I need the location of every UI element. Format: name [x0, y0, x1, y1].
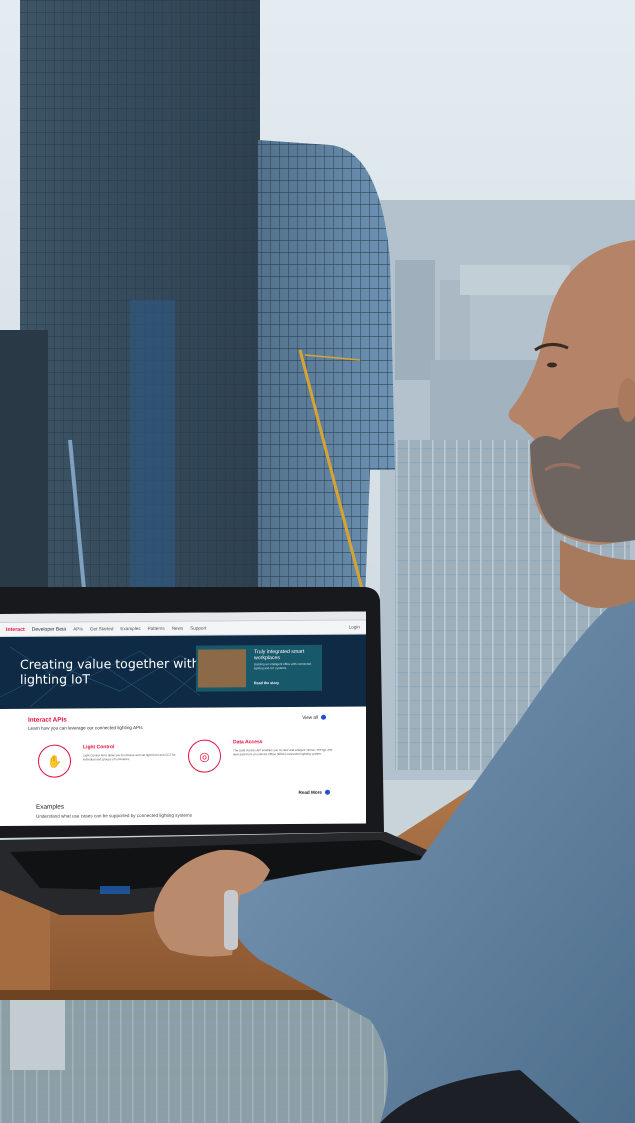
- api-cards: ✋ Light Control Light Control APIs allow…: [28, 735, 338, 783]
- nav-apis[interactable]: APIs: [73, 626, 83, 631]
- apis-section: Interact APIs Learn how you can leverage…: [0, 706, 366, 783]
- brand-suffix: Developer Beta: [31, 626, 67, 633]
- light-control-icon: ✋: [38, 744, 71, 778]
- promo-body: Building an intelligent office with conn…: [254, 661, 312, 671]
- view-all-label: View all: [302, 714, 318, 720]
- data-access-icon: ◎: [188, 739, 221, 773]
- read-more-link[interactable]: Read More: [298, 789, 330, 796]
- read-more-label: Read More: [298, 789, 323, 795]
- hero-title: Creating value together with lighting Io…: [20, 655, 200, 687]
- nav-news[interactable]: News: [172, 626, 184, 631]
- promo-image: [198, 649, 246, 688]
- nav-get-started[interactable]: Get Started: [90, 626, 114, 631]
- nav-support[interactable]: Support: [190, 626, 206, 631]
- arrow-right-icon: [321, 715, 326, 721]
- card-light-control-body: Light Control APIs allow you to retrieve…: [83, 752, 176, 762]
- laptop-screen: Interact Developer Beta APIs Get Started…: [0, 611, 366, 826]
- promo-link[interactable]: Read the story: [254, 681, 279, 685]
- apis-subtitle: Learn how you can leverage our connected…: [28, 725, 143, 731]
- card-data-access-title[interactable]: Data Access: [233, 739, 263, 745]
- read-more-arrow-icon: [325, 789, 330, 796]
- brand-logo[interactable]: Interact: [6, 626, 25, 632]
- nav-patterns[interactable]: Patterns: [148, 626, 165, 631]
- card-light-control-title[interactable]: Light Control: [83, 744, 114, 750]
- promo-title: Truly integrated smart workplaces: [254, 648, 305, 662]
- hero-banner: Creating value together with lighting Io…: [0, 634, 366, 709]
- promo-card[interactable]: Truly integrated smart workplaces Buildi…: [196, 644, 322, 692]
- examples-subtitle: Understand what use cases can be support…: [36, 812, 193, 819]
- background-photo: [0, 0, 635, 1123]
- view-all-link[interactable]: View all: [302, 714, 326, 721]
- card-data-access-body: The Data Access API enables you to view …: [233, 747, 333, 757]
- photo-scene: Interact Developer Beta APIs Get Started…: [0, 0, 635, 1123]
- nav-examples[interactable]: Examples: [120, 626, 140, 631]
- login-link[interactable]: Login: [349, 624, 360, 629]
- examples-title: Examples: [36, 803, 65, 811]
- apis-title: Interact APIs: [28, 716, 67, 724]
